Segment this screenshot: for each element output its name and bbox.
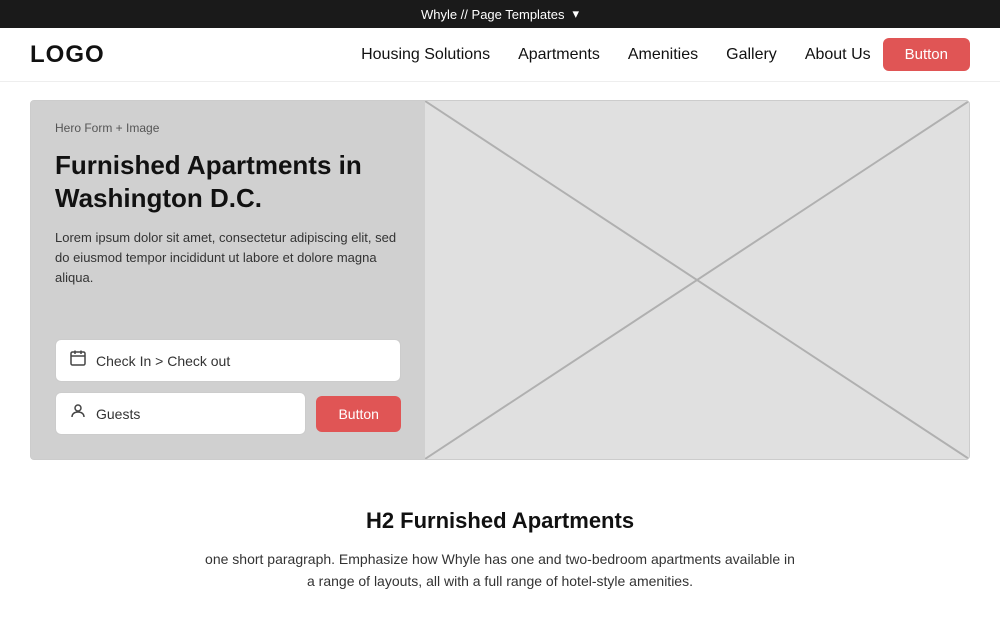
- hero-section-label: Hero Form + Image: [55, 121, 401, 135]
- nav-link-gallery[interactable]: Gallery: [726, 46, 777, 63]
- below-hero-heading: H2 Furnished Apartments: [200, 508, 800, 534]
- top-bar-chevron: ▾: [573, 6, 580, 22]
- nav-link-about-us[interactable]: About Us: [805, 46, 871, 63]
- form-bottom-row: Guests Button: [55, 392, 401, 435]
- nav-item-apartments[interactable]: Apartments: [518, 46, 600, 64]
- top-bar: Whyle // Page Templates ▾: [0, 0, 1000, 28]
- nav-item-amenities[interactable]: Amenities: [628, 46, 698, 64]
- calendar-icon: [70, 350, 86, 371]
- hero-section: Hero Form + Image Furnished Apartments i…: [30, 100, 970, 460]
- top-bar-title: Whyle // Page Templates: [421, 7, 565, 22]
- hero-form: Check In > Check out Guests Button: [55, 339, 401, 435]
- nav-item-gallery[interactable]: Gallery: [726, 46, 777, 64]
- guests-label: Guests: [96, 406, 140, 422]
- logo: LOGO: [30, 41, 105, 69]
- below-hero-section: H2 Furnished Apartments one short paragr…: [0, 478, 1000, 623]
- navbar: LOGO Housing Solutions Apartments Amenit…: [0, 28, 1000, 82]
- below-hero-paragraph: one short paragraph. Emphasize how Whyle…: [200, 548, 800, 593]
- nav-link-amenities[interactable]: Amenities: [628, 46, 698, 63]
- guests-field[interactable]: Guests: [55, 392, 306, 435]
- main-content: Hero Form + Image Furnished Apartments i…: [0, 100, 1000, 623]
- hero-description: Lorem ipsum dolor sit amet, consectetur …: [55, 228, 401, 288]
- nav-item-about-us[interactable]: About Us: [805, 46, 871, 64]
- hero-left-panel: Hero Form + Image Furnished Apartments i…: [31, 101, 425, 459]
- form-button[interactable]: Button: [316, 396, 400, 432]
- placeholder-image: [425, 101, 969, 459]
- nav-link-housing-solutions[interactable]: Housing Solutions: [361, 46, 490, 63]
- hero-title: Furnished Apartments in Washington D.C.: [55, 149, 401, 214]
- hero-image-placeholder: [425, 101, 969, 459]
- nav-link-apartments[interactable]: Apartments: [518, 46, 600, 63]
- nav-button[interactable]: Button: [883, 38, 970, 71]
- nav-links: Housing Solutions Apartments Amenities G…: [361, 46, 871, 64]
- checkin-field[interactable]: Check In > Check out: [55, 339, 401, 382]
- checkin-label: Check In > Check out: [96, 353, 230, 369]
- nav-item-housing-solutions[interactable]: Housing Solutions: [361, 46, 490, 64]
- person-icon: [70, 403, 86, 424]
